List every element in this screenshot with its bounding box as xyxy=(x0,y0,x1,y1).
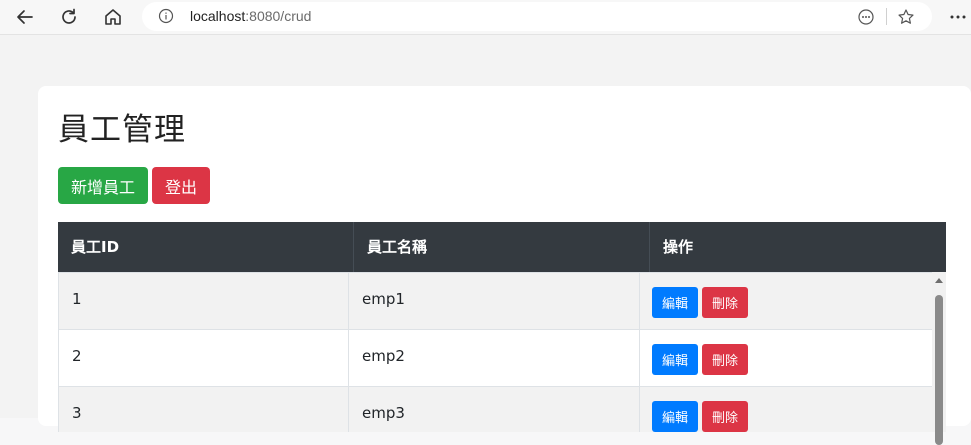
delete-button[interactable]: 刪除 xyxy=(702,287,748,318)
table-row: 1 emp1 編輯 刪除 xyxy=(59,272,933,329)
table-body: 1 emp1 編輯 刪除 2 emp2 編輯 刪除 3 emp3 編輯 刪除 xyxy=(58,272,933,432)
content-card: 員工管理 新增員工 登出 員工ID 員工名稱 操作 1 emp1 編輯 刪除 2… xyxy=(38,86,971,445)
scroll-up-arrow-icon[interactable] xyxy=(935,278,943,283)
column-header-actions: 操作 xyxy=(663,238,694,256)
url-host: localhost xyxy=(190,8,246,24)
scroll-thumb[interactable] xyxy=(935,295,943,445)
url-path: :8080/crud xyxy=(245,8,312,24)
actions-cell: 編輯 刪除 xyxy=(640,387,933,432)
home-icon[interactable] xyxy=(101,5,125,29)
table-row: 3 emp3 編輯 刪除 xyxy=(59,386,933,432)
table-scrollbar[interactable] xyxy=(932,272,946,445)
reload-icon[interactable] xyxy=(57,5,81,29)
employee-id-cell: 3 xyxy=(59,387,349,432)
reader-icon[interactable] xyxy=(856,7,876,27)
delete-button[interactable]: 刪除 xyxy=(702,401,748,432)
table-header: 員工ID 員工名稱 操作 xyxy=(58,222,946,272)
page-viewport: 員工管理 新增員工 登出 員工ID 員工名稱 操作 1 emp1 編輯 刪除 2… xyxy=(0,35,971,445)
employee-name-cell: emp1 xyxy=(349,273,640,329)
url-text[interactable]: localhost:8080/crud xyxy=(190,8,311,24)
employee-id-cell: 2 xyxy=(59,330,349,386)
employee-name-cell: emp2 xyxy=(349,330,640,386)
more-menu-icon[interactable] xyxy=(946,5,970,29)
edit-button[interactable]: 編輯 xyxy=(652,401,698,432)
column-header-name: 員工名稱 xyxy=(354,222,650,272)
browser-toolbar: localhost:8080/crud xyxy=(0,0,971,35)
logout-button[interactable]: 登出 xyxy=(152,167,210,204)
actions-cell: 編輯 刪除 xyxy=(640,330,933,386)
delete-button[interactable]: 刪除 xyxy=(702,344,748,375)
page-title: 員工管理 xyxy=(58,112,186,148)
column-header-id: 員工ID xyxy=(58,222,354,272)
address-bar[interactable]: localhost:8080/crud xyxy=(142,2,932,31)
address-divider xyxy=(886,8,887,25)
favorite-star-icon[interactable] xyxy=(896,7,916,27)
back-icon[interactable] xyxy=(13,5,37,29)
add-employee-button[interactable]: 新增員工 xyxy=(58,167,148,204)
info-icon[interactable] xyxy=(158,8,174,28)
edit-button[interactable]: 編輯 xyxy=(652,344,698,375)
employee-id-cell: 1 xyxy=(59,273,349,329)
actions-cell: 編輯 刪除 xyxy=(640,273,933,329)
employee-name-cell: emp3 xyxy=(349,387,640,432)
edit-button[interactable]: 編輯 xyxy=(652,287,698,318)
table-row: 2 emp2 編輯 刪除 xyxy=(59,329,933,386)
